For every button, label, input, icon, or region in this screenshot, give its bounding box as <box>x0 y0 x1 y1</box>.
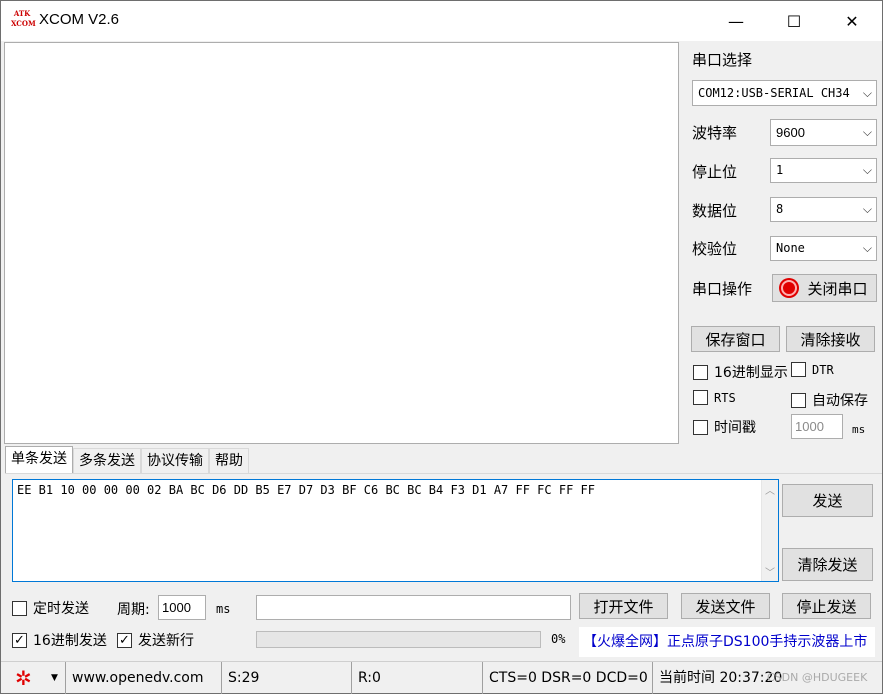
send-progress-bar <box>256 631 541 648</box>
hex-send-checkbox[interactable]: ✓ 16进制发送 <box>12 630 107 650</box>
checkbox-box <box>791 392 806 408</box>
baud-value: 9600 <box>776 125 805 140</box>
checkbox-box <box>693 390 708 405</box>
tab-multi-send[interactable]: 多条发送 <box>73 448 141 474</box>
timed-send-checkbox[interactable]: 定时发送 <box>12 598 89 618</box>
timestamp-unit: ms <box>852 423 866 436</box>
port-value: COM12:USB-SERIAL CH34 <box>698 86 850 100</box>
baud-select[interactable]: 9600 ⌵ <box>770 119 877 146</box>
tab-protocol[interactable]: 协议传输 <box>141 448 209 474</box>
rts-checkbox[interactable]: RTS <box>693 390 736 405</box>
stop-bits-value: 1 <box>776 163 784 177</box>
timestamp-checkbox[interactable]: 时间戳 <box>693 417 756 437</box>
send-content: EE B1 10 00 00 00 02 BA BC D6 DD B5 E7 D… <box>17 483 595 497</box>
send-tabs: 单条发送 多条发送 协议传输 帮助 <box>5 446 249 474</box>
stop-bits-label: 停止位 <box>692 163 738 181</box>
parity-value: None <box>776 241 805 255</box>
timed-send-label: 定时发送 <box>33 601 89 617</box>
send-scrollbar[interactable]: ︿ ﹀ <box>761 480 778 581</box>
file-path-field[interactable] <box>256 595 571 620</box>
chevron-down-icon: ⌵ <box>862 125 872 139</box>
data-bits-value: 8 <box>776 202 784 216</box>
save-window-button[interactable]: 保存窗口 <box>691 326 780 352</box>
timestamp-input[interactable]: 1000 <box>791 414 843 439</box>
data-bits-label: 数据位 <box>692 202 738 220</box>
received-count: R:0 <box>351 662 482 694</box>
settings-gear-icon[interactable]: ✲ <box>15 667 37 689</box>
minimize-icon: — <box>728 11 744 31</box>
hex-display-checkbox[interactable]: 16进制显示 <box>693 362 788 382</box>
progress-text: 0% <box>551 632 566 646</box>
clear-receive-button[interactable]: 清除接收 <box>786 326 875 352</box>
auto-save-label: 自动保存 <box>812 393 868 409</box>
ad-banner-link[interactable]: 【火爆全网】正点原子DS100手持示波器上市 <box>579 627 875 657</box>
tab-help[interactable]: 帮助 <box>209 448 249 474</box>
tab-single-send[interactable]: 单条发送 <box>5 446 73 474</box>
send-file-button[interactable]: 发送文件 <box>681 593 770 619</box>
send-button[interactable]: 发送 <box>782 484 873 517</box>
parity-select[interactable]: None ⌵ <box>770 236 877 261</box>
timestamp-label: 时间戳 <box>714 420 756 436</box>
stop-bits-select[interactable]: 1 ⌵ <box>770 158 877 183</box>
check-icon: ✓ <box>117 632 132 648</box>
tab-divider <box>5 473 882 474</box>
stop-send-button[interactable]: 停止发送 <box>782 593 871 619</box>
baud-label: 波特率 <box>692 124 738 142</box>
close-icon: ✕ <box>845 11 859 31</box>
chevron-down-icon: ⌵ <box>862 202 872 216</box>
scroll-up-icon[interactable]: ︿ <box>762 482 778 497</box>
logo-text-bottom: XCOM <box>11 19 36 28</box>
send-input[interactable]: EE B1 10 00 00 00 02 BA BC D6 DD B5 E7 D… <box>12 479 779 582</box>
port-select-label: 串口选择 <box>692 51 753 69</box>
period-label: 周期: <box>117 602 150 618</box>
hex-send-label: 16进制发送 <box>33 633 107 649</box>
port-status-icon <box>781 280 798 296</box>
chevron-down-icon: ⌵ <box>862 86 872 100</box>
app-logo-icon: ATK XCOM <box>11 9 36 31</box>
check-icon: ✓ <box>12 632 27 648</box>
logo-text-top: ATK <box>13 9 31 18</box>
dtr-label: DTR <box>812 362 834 377</box>
sent-count: S:29 <box>221 662 351 694</box>
line-status: CTS=0 DSR=0 DCD=0 <box>482 662 652 694</box>
period-input[interactable]: 1000 <box>158 595 206 620</box>
chevron-down-icon: ⌵ <box>862 241 872 255</box>
checkbox-box <box>693 419 708 435</box>
maximize-button[interactable]: ☐ <box>765 1 823 41</box>
window-title: XCOM V2.6 <box>39 11 120 28</box>
send-newline-label: 发送新行 <box>138 633 194 649</box>
port-op-label: 串口操作 <box>692 280 753 298</box>
rts-label: RTS <box>714 390 736 405</box>
website-link[interactable]: www.openedv.com <box>65 662 221 694</box>
maximize-icon: ☐ <box>786 11 802 31</box>
send-newline-checkbox[interactable]: ✓ 发送新行 <box>117 630 194 650</box>
dropdown-arrow-icon[interactable]: ▼ <box>51 662 58 694</box>
open-file-button[interactable]: 打开文件 <box>579 593 668 619</box>
auto-save-checkbox[interactable]: 自动保存 <box>791 390 868 410</box>
clear-send-button[interactable]: 清除发送 <box>782 548 873 581</box>
minimize-button[interactable]: — <box>707 1 765 41</box>
chevron-down-icon: ⌵ <box>862 163 872 177</box>
checkbox-box <box>791 362 806 377</box>
status-bar: ✲ ▼ www.openedv.com S:29 R:0 CTS=0 DSR=0… <box>1 661 882 694</box>
checkbox-box <box>693 364 708 380</box>
port-select[interactable]: COM12:USB-SERIAL CH34 ⌵ <box>692 80 877 106</box>
checkbox-box <box>12 600 27 616</box>
data-bits-select[interactable]: 8 ⌵ <box>770 197 877 222</box>
period-unit: ms <box>216 602 231 616</box>
close-button[interactable]: ✕ <box>823 1 881 41</box>
parity-label: 校验位 <box>692 240 738 258</box>
dtr-checkbox[interactable]: DTR <box>791 362 834 377</box>
scroll-down-icon[interactable]: ﹀ <box>762 564 778 579</box>
title-bar: ATK XCOM XCOM V2.6 — ☐ ✕ <box>1 1 882 41</box>
watermark: CSDN @HDUGEEK <box>767 671 868 684</box>
hex-display-label: 16进制显示 <box>714 365 788 381</box>
receive-area[interactable] <box>4 42 679 444</box>
close-port-button[interactable]: 关闭串口 <box>772 274 877 302</box>
close-port-label: 关闭串口 <box>807 279 868 298</box>
app-window: ATK XCOM XCOM V2.6 — ☐ ✕ 串口选择 COM12:USB-… <box>0 0 883 694</box>
